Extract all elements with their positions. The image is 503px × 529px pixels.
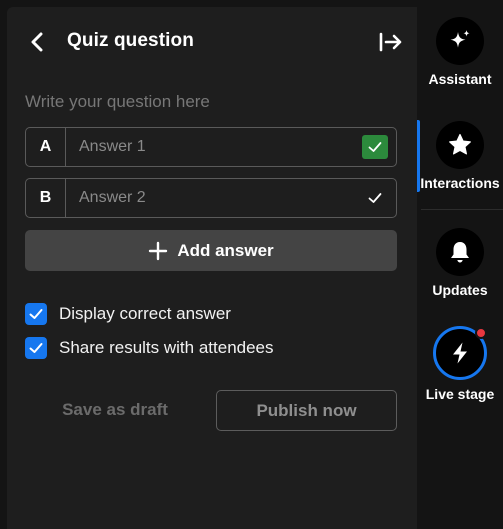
sidebar-item-label: Updates [432, 282, 488, 298]
checkmark-icon [368, 193, 382, 203]
sidebar-item-assistant[interactable]: Assistant [417, 17, 503, 87]
display-correct-answer-label: Display correct answer [59, 304, 231, 323]
sidebar-item-live-stage[interactable]: Live stage [417, 326, 503, 402]
sidebar-item-updates[interactable]: Updates [417, 228, 503, 298]
collapse-panel-button[interactable] [377, 29, 405, 55]
right-sidebar: Assistant Interactions Updates Live stag… [417, 0, 503, 529]
checkmark-icon [368, 142, 382, 152]
answer-letter-a: A [26, 128, 66, 166]
add-answer-label: Add answer [177, 240, 274, 260]
back-button[interactable] [26, 29, 48, 55]
sidebar-item-interactions[interactable]: Interactions [417, 121, 503, 191]
arrow-right-to-line-icon [379, 32, 402, 52]
live-stage-icon-circle [433, 326, 487, 380]
question-input[interactable] [25, 85, 397, 119]
checkmark-icon [29, 309, 43, 319]
bell-icon [451, 242, 469, 263]
updates-icon-circle [436, 228, 484, 276]
panel-header: Quiz question [7, 7, 417, 77]
live-indicator-dot [475, 327, 487, 339]
star-icon [449, 133, 471, 155]
page-title: Quiz question [67, 30, 194, 51]
mark-correct-toggle-b[interactable] [362, 186, 388, 210]
lightning-icon [453, 342, 467, 364]
interactions-icon-circle [436, 121, 484, 169]
mark-correct-toggle-a[interactable] [362, 135, 388, 159]
display-correct-answer-option[interactable]: Display correct answer [25, 302, 231, 326]
share-results-checkbox[interactable] [25, 337, 47, 359]
answer-row-a: A [25, 127, 397, 167]
answer-letter-b: B [26, 179, 66, 217]
quiz-question-panel: Quiz question A B Add answer [7, 7, 417, 529]
plus-icon [149, 241, 168, 260]
publish-now-button[interactable]: Publish now [216, 390, 397, 431]
sparkle-icon [450, 30, 470, 48]
display-correct-answer-checkbox[interactable] [25, 303, 47, 325]
answer-input-b[interactable] [66, 179, 362, 217]
share-results-label: Share results with attendees [59, 338, 274, 357]
sidebar-item-label: Assistant [428, 71, 492, 87]
assistant-icon-circle [436, 17, 484, 65]
sidebar-item-label: Interactions [420, 175, 500, 191]
share-results-option[interactable]: Share results with attendees [25, 336, 274, 360]
sidebar-divider [421, 209, 503, 210]
answer-input-a[interactable] [66, 128, 362, 166]
save-as-draft-button[interactable]: Save as draft [45, 390, 185, 430]
add-answer-button[interactable]: Add answer [25, 230, 397, 271]
checkmark-icon [29, 343, 43, 353]
answer-row-b: B [25, 178, 397, 218]
sidebar-item-label: Live stage [425, 386, 495, 402]
chevron-left-icon [31, 32, 43, 52]
